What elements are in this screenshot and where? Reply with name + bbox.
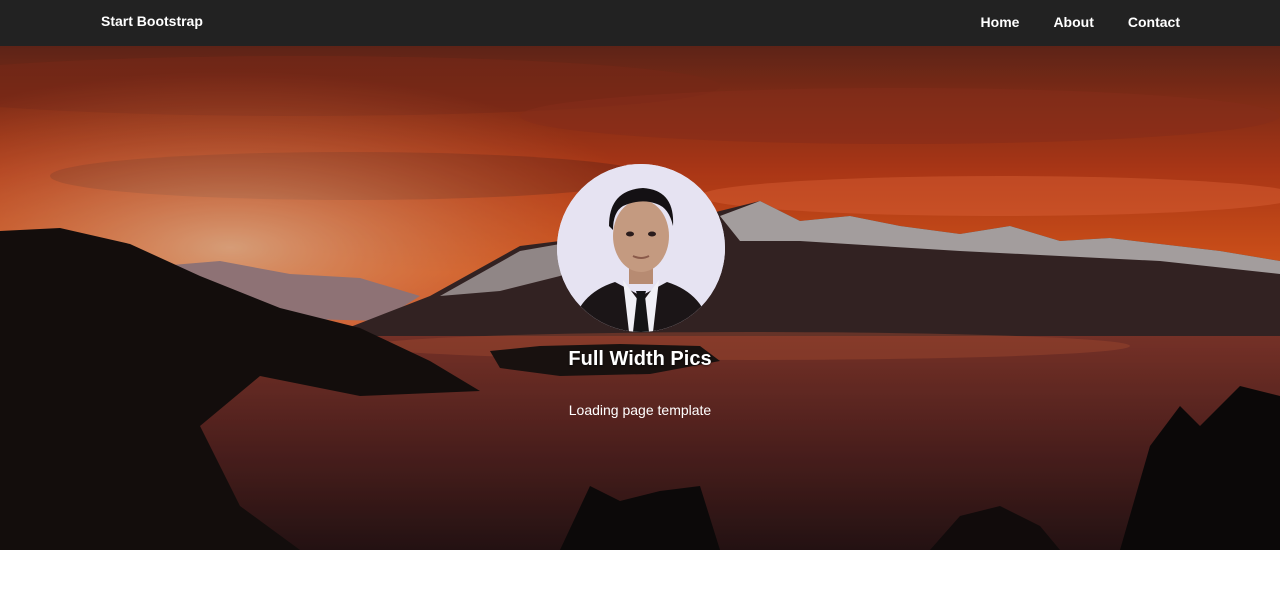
profile-photo <box>557 164 725 332</box>
profile-avatar <box>557 164 725 332</box>
nav-link-contact[interactable]: Contact <box>1128 14 1180 30</box>
nav-link-home[interactable]: Home <box>981 14 1020 30</box>
hero-section: Full Width Pics Loading page template <box>0 46 1280 550</box>
brand-link[interactable]: Start Bootstrap <box>101 13 203 29</box>
top-navbar: Start Bootstrap Home About Contact <box>0 0 1280 46</box>
nav-link-about[interactable]: About <box>1053 14 1093 30</box>
page-content-area <box>0 550 1280 609</box>
hero-title: Full Width Pics <box>568 348 712 370</box>
hero-subtitle: Loading page template <box>568 402 712 418</box>
nav-links: Home About Contact <box>981 14 1180 30</box>
